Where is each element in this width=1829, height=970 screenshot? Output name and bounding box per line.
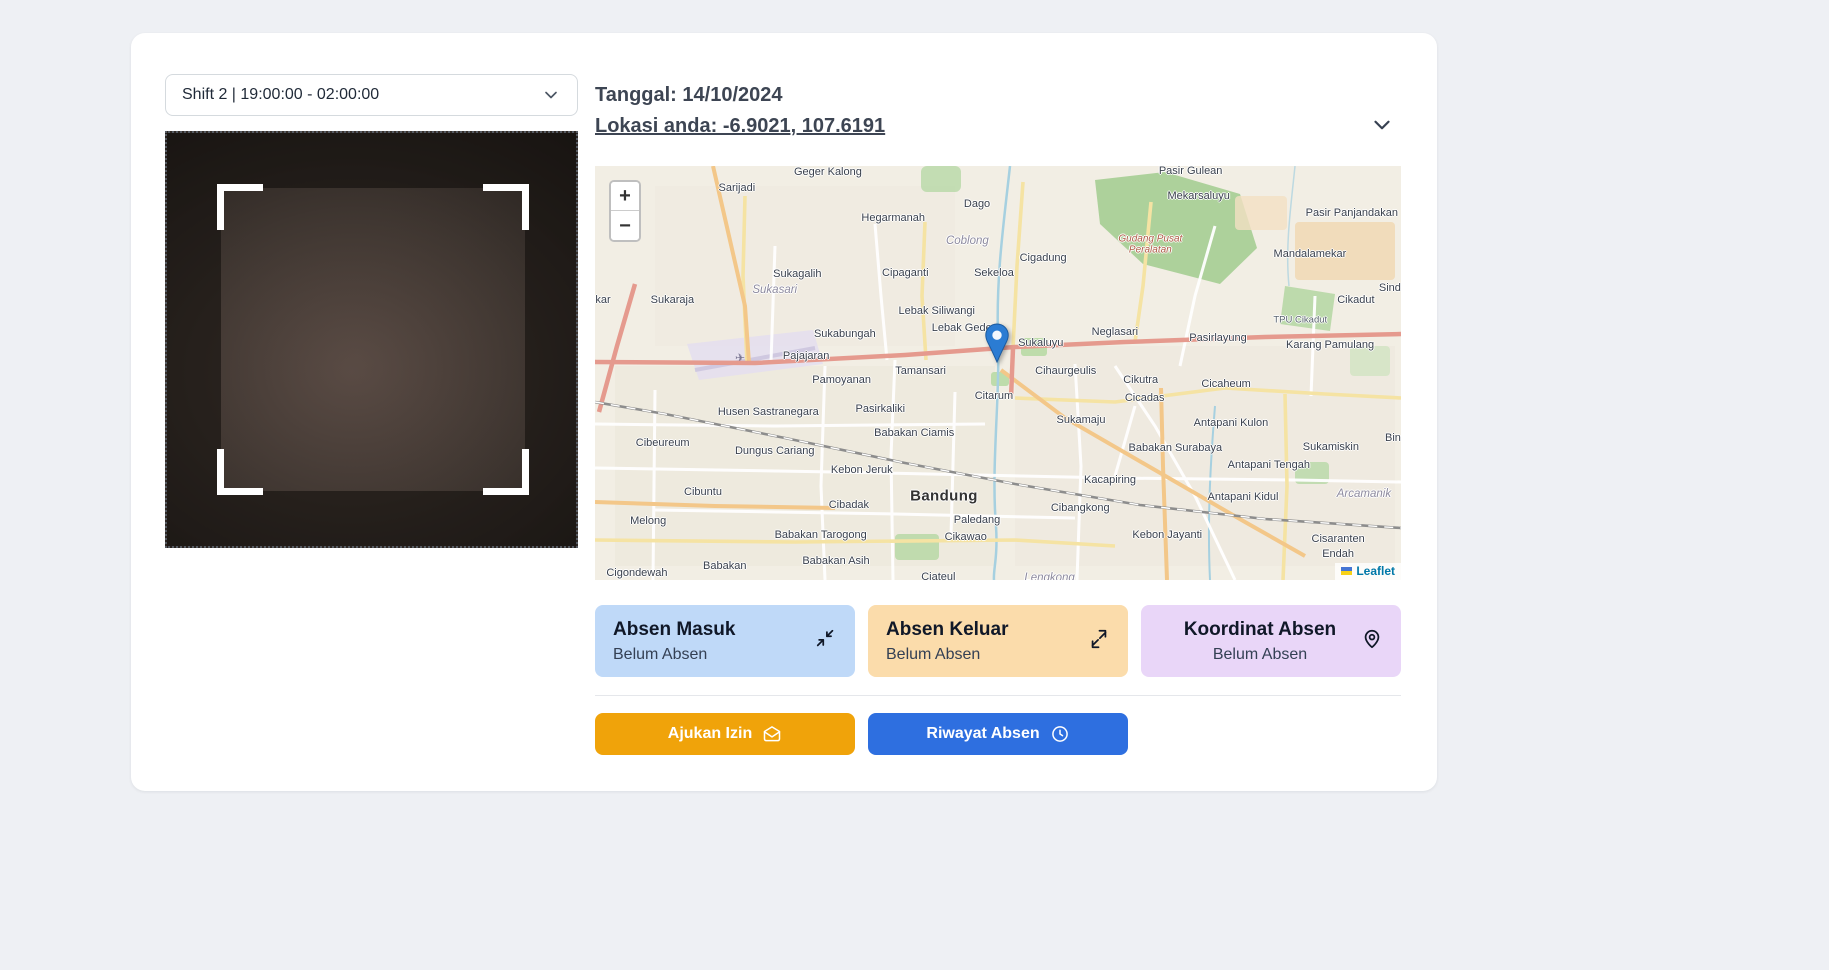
riwayat-absen-button[interactable]: Riwayat Absen — [868, 713, 1128, 755]
status-row: Absen Masuk Belum Absen Absen Keluar Bel… — [595, 605, 1401, 677]
chevron-down-icon — [541, 85, 561, 105]
map[interactable]: ✈ — [595, 166, 1401, 580]
zoom-control: + − — [609, 180, 641, 242]
ajukan-izin-button[interactable]: Ajukan Izin — [595, 713, 855, 755]
camera-preview — [165, 131, 578, 548]
zoom-in-button[interactable]: + — [611, 182, 639, 211]
corner-bracket-icon — [217, 449, 263, 495]
leaflet-link[interactable]: Leaflet — [1356, 564, 1395, 578]
collapse-panel-chevron-down-icon[interactable] — [1369, 112, 1395, 143]
map-canvas: ✈ — [595, 166, 1401, 580]
clock-icon — [1050, 724, 1070, 744]
koordinat-absen-card: Koordinat Absen Belum Absen — [1141, 605, 1401, 677]
riwayat-absen-label: Riwayat Absen — [926, 725, 1039, 743]
absen-masuk-title: Absen Masuk — [613, 619, 735, 641]
divider — [595, 695, 1401, 696]
shift-select[interactable]: Shift 2 | 19:00:00 - 02:00:00 — [165, 74, 578, 116]
ukraine-flag-icon — [1341, 567, 1352, 575]
absen-masuk-card: Absen Masuk Belum Absen — [595, 605, 855, 677]
absen-masuk-value: Belum Absen — [613, 646, 735, 664]
corner-bracket-icon — [483, 449, 529, 495]
map-attribution: Leaflet — [1335, 563, 1401, 580]
location-link[interactable]: Lokasi anda: -6.9021, 107.6191 — [595, 115, 885, 138]
absen-keluar-title: Absen Keluar — [886, 619, 1008, 641]
absen-keluar-value: Belum Absen — [886, 646, 1008, 664]
date-label: Tanggal: 14/10/2024 — [595, 84, 783, 107]
camera-capture-frame — [221, 188, 525, 491]
attendance-card: Shift 2 | 19:00:00 - 02:00:00 Tanggal: 1… — [131, 33, 1437, 791]
absen-keluar-card: Absen Keluar Belum Absen — [868, 605, 1128, 677]
koordinat-absen-value: Belum Absen — [1159, 646, 1361, 664]
zoom-out-button[interactable]: − — [611, 211, 639, 240]
mail-icon — [762, 724, 782, 744]
shift-select-value: Shift 2 | 19:00:00 - 02:00:00 — [182, 86, 379, 104]
koordinat-absen-title: Koordinat Absen — [1159, 619, 1361, 641]
arrows-pointing-out-icon — [1088, 628, 1110, 655]
action-buttons-row: Ajukan Izin Riwayat Absen — [595, 713, 1401, 755]
corner-bracket-icon — [217, 184, 263, 230]
ajukan-izin-label: Ajukan Izin — [668, 725, 752, 743]
arrows-pointing-in-icon — [815, 628, 837, 655]
corner-bracket-icon — [483, 184, 529, 230]
map-marker-icon — [985, 323, 1010, 368]
map-pin-icon — [1361, 628, 1383, 655]
